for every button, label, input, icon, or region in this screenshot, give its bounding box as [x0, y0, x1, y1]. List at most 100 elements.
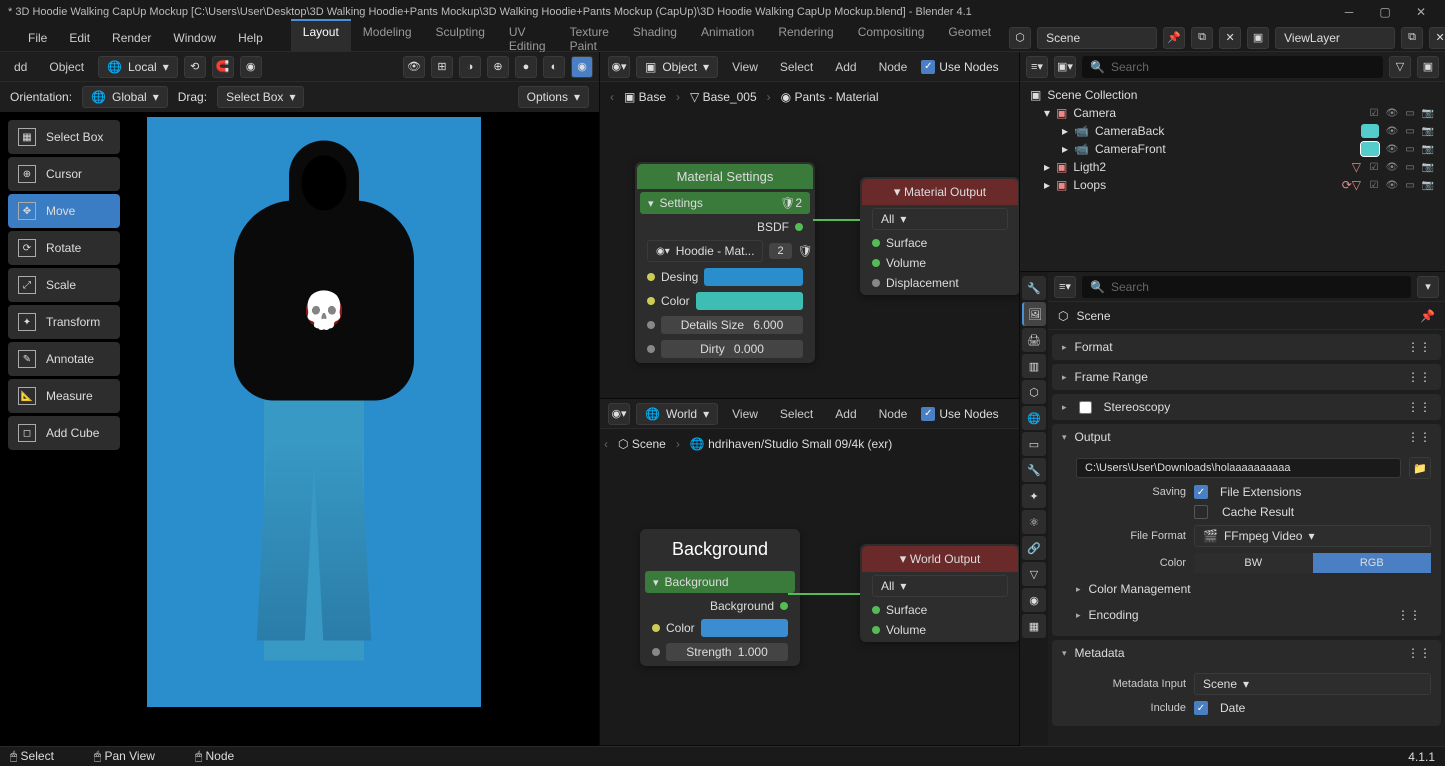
- render-vis-icon[interactable]: 📷: [1421, 124, 1435, 138]
- panel-menu-icon[interactable]: ⋮⋮: [1407, 370, 1431, 384]
- world-output-node[interactable]: ▾ World Output All ▾ Surface Volume: [860, 544, 1019, 642]
- fileext-checkbox[interactable]: ✓: [1194, 485, 1208, 499]
- stereoscopy-checkbox[interactable]: [1079, 401, 1092, 414]
- tool-cursor[interactable]: ⊕Cursor: [8, 157, 120, 191]
- tab-geometry[interactable]: Geomet: [936, 19, 1003, 57]
- overlays-icon[interactable]: ⊞: [431, 56, 453, 78]
- panel-menu-icon[interactable]: ⋮⋮: [1407, 400, 1431, 414]
- proportional-icon[interactable]: ◉: [240, 56, 262, 78]
- shading-solid-icon[interactable]: ●: [515, 56, 537, 78]
- render-vis-icon[interactable]: 📷: [1421, 106, 1435, 120]
- crumb-scene[interactable]: ⬡ Scene: [618, 437, 666, 451]
- tab-modeling[interactable]: Modeling: [351, 19, 424, 57]
- panel-framerange-header[interactable]: ▸Frame Range⋮⋮: [1052, 364, 1441, 390]
- tab-sculpting[interactable]: Sculpting: [424, 19, 497, 57]
- tool-annotate[interactable]: ✎Annotate: [8, 342, 120, 376]
- restrict-select-icon[interactable]: ☑: [1367, 160, 1381, 174]
- ptab-material[interactable]: ◉: [1022, 588, 1046, 612]
- scene-input[interactable]: Scene: [1037, 27, 1157, 49]
- maximize-button[interactable]: ▢: [1377, 4, 1393, 20]
- viewport-vis-icon[interactable]: ▭: [1403, 106, 1417, 120]
- subpanel-encoding-header[interactable]: ▸Encoding⋮⋮: [1076, 602, 1431, 628]
- chevron-icon[interactable]: ‹: [604, 437, 608, 451]
- object-menu[interactable]: Object: [41, 56, 92, 78]
- toggle-rgb[interactable]: RGB: [1313, 553, 1432, 573]
- crumb-base[interactable]: ▣ Base: [624, 90, 666, 104]
- chevron-icon[interactable]: ‹: [610, 90, 614, 104]
- ptab-object[interactable]: ▭: [1022, 432, 1046, 456]
- panel-menu-icon[interactable]: ⋮⋮: [1407, 430, 1431, 444]
- dirty-field[interactable]: Dirty 0.000: [661, 340, 803, 358]
- tab-animation[interactable]: Animation: [689, 19, 766, 57]
- shading-rendered-icon[interactable]: ◉: [571, 56, 593, 78]
- tab-shading[interactable]: Shading: [621, 19, 689, 57]
- ptab-data[interactable]: ▽: [1022, 562, 1046, 586]
- crumb-base005[interactable]: ▽ Base_005: [690, 90, 757, 104]
- tree-cameraback[interactable]: ▸📹CameraBack 👁▭📷: [1026, 122, 1439, 140]
- panel-metadata-header[interactable]: ▾Metadata⋮⋮: [1052, 640, 1441, 666]
- tree-scene-collection[interactable]: ▣Scene Collection: [1026, 86, 1439, 104]
- ptab-texture[interactable]: ▦: [1022, 614, 1046, 638]
- shader-node-canvas[interactable]: Material Settings ▾ Settings🛡2 BSDF ◉▾ H…: [600, 82, 1019, 398]
- material-output-node[interactable]: ▾ Material Output All ▾ Surface Volume D…: [860, 177, 1019, 295]
- details-size-field[interactable]: Details Size 6.000: [661, 316, 803, 334]
- edit-menu[interactable]: Edit: [59, 27, 100, 49]
- editor-type-icon[interactable]: ◉▾: [608, 56, 630, 78]
- panel-menu-icon[interactable]: ⋮⋮: [1407, 646, 1431, 660]
- outliner-display-icon[interactable]: ▣▾: [1054, 56, 1076, 78]
- restrict-select-icon[interactable]: ☑: [1367, 178, 1381, 192]
- date-checkbox[interactable]: ✓: [1194, 701, 1208, 715]
- shader-add-menu[interactable]: Add: [827, 56, 864, 78]
- meta-input-dropdown[interactable]: Scene ▾: [1194, 673, 1431, 695]
- matout-target-dropdown[interactable]: All ▾: [872, 208, 1008, 230]
- world-view-menu[interactable]: View: [724, 403, 766, 425]
- outliner-type-icon[interactable]: ≡▾: [1026, 56, 1048, 78]
- help-menu[interactable]: Help: [228, 27, 273, 49]
- matnode-settings-header[interactable]: ▾ Settings🛡2: [640, 192, 810, 214]
- tab-rendering[interactable]: Rendering: [766, 19, 845, 57]
- world-editor-type-icon[interactable]: ◉▾: [608, 403, 630, 425]
- ptab-render[interactable]: 🖼: [1022, 302, 1046, 326]
- outliner-search[interactable]: 🔍 Search: [1082, 56, 1383, 78]
- file-menu[interactable]: File: [18, 27, 57, 49]
- tab-uv[interactable]: UV Editing: [497, 19, 558, 57]
- world-node-canvas[interactable]: Background ▾ Background Background Color…: [600, 429, 1019, 745]
- layer-input[interactable]: ViewLayer: [1275, 27, 1395, 49]
- scene-remove-icon[interactable]: ✕: [1219, 27, 1241, 49]
- layer-browse-icon[interactable]: ▣: [1247, 27, 1269, 49]
- tool-transform[interactable]: ✦Transform: [8, 305, 120, 339]
- material-users[interactable]: 2: [769, 243, 791, 259]
- panel-format-header[interactable]: ▸Format⋮⋮: [1052, 334, 1441, 360]
- tool-measure[interactable]: 📐Measure: [8, 379, 120, 413]
- scene-browse-icon[interactable]: ⬡: [1009, 27, 1031, 49]
- render-vis-icon[interactable]: 📷: [1421, 160, 1435, 174]
- ptab-particle[interactable]: ✦: [1022, 484, 1046, 508]
- material-slot-dropdown[interactable]: ◉▾ Hoodie - Mat...: [647, 240, 763, 262]
- viewport-vis-icon[interactable]: ▭: [1403, 178, 1417, 192]
- crumb-material[interactable]: ◉ Pants - Material: [781, 90, 879, 104]
- cache-checkbox[interactable]: [1194, 505, 1208, 519]
- toggle-bw[interactable]: BW: [1194, 553, 1313, 573]
- window-menu[interactable]: Window: [163, 27, 226, 49]
- panel-menu-icon[interactable]: ⋮⋮: [1407, 340, 1431, 354]
- fileformat-dropdown[interactable]: 🎬 FFmpeg Video ▾: [1194, 525, 1431, 547]
- world-select-menu[interactable]: Select: [772, 403, 821, 425]
- shader-view-menu[interactable]: View: [724, 56, 766, 78]
- ptab-viewlayer[interactable]: ▥: [1022, 354, 1046, 378]
- ptab-world[interactable]: 🌐: [1022, 406, 1046, 430]
- tab-texture[interactable]: Texture Paint: [558, 19, 621, 57]
- background-node[interactable]: Background ▾ Background Background Color…: [640, 529, 800, 666]
- world-node-menu[interactable]: Node: [871, 403, 916, 425]
- scene-copy-icon[interactable]: ⧉: [1191, 27, 1213, 49]
- bgnode-header[interactable]: ▾ Background: [645, 571, 795, 593]
- layer-remove-icon[interactable]: ✕: [1429, 27, 1445, 49]
- tree-camera-collection[interactable]: ▾▣Camera ☑👁▭📷: [1026, 104, 1439, 122]
- panel-menu-icon[interactable]: ⋮⋮: [1397, 608, 1421, 622]
- prop-options-icon[interactable]: ▾: [1417, 276, 1439, 298]
- ptab-modifier[interactable]: 🔧: [1022, 458, 1046, 482]
- fake-user-icon[interactable]: 🛡: [798, 244, 813, 258]
- material-settings-node[interactable]: Material Settings ▾ Settings🛡2 BSDF ◉▾ H…: [635, 162, 815, 363]
- viewport-vis-icon[interactable]: ▭: [1403, 124, 1417, 138]
- scene-datablock-icon[interactable]: ⬡: [1058, 309, 1068, 323]
- tool-scale[interactable]: ⤢Scale: [8, 268, 120, 302]
